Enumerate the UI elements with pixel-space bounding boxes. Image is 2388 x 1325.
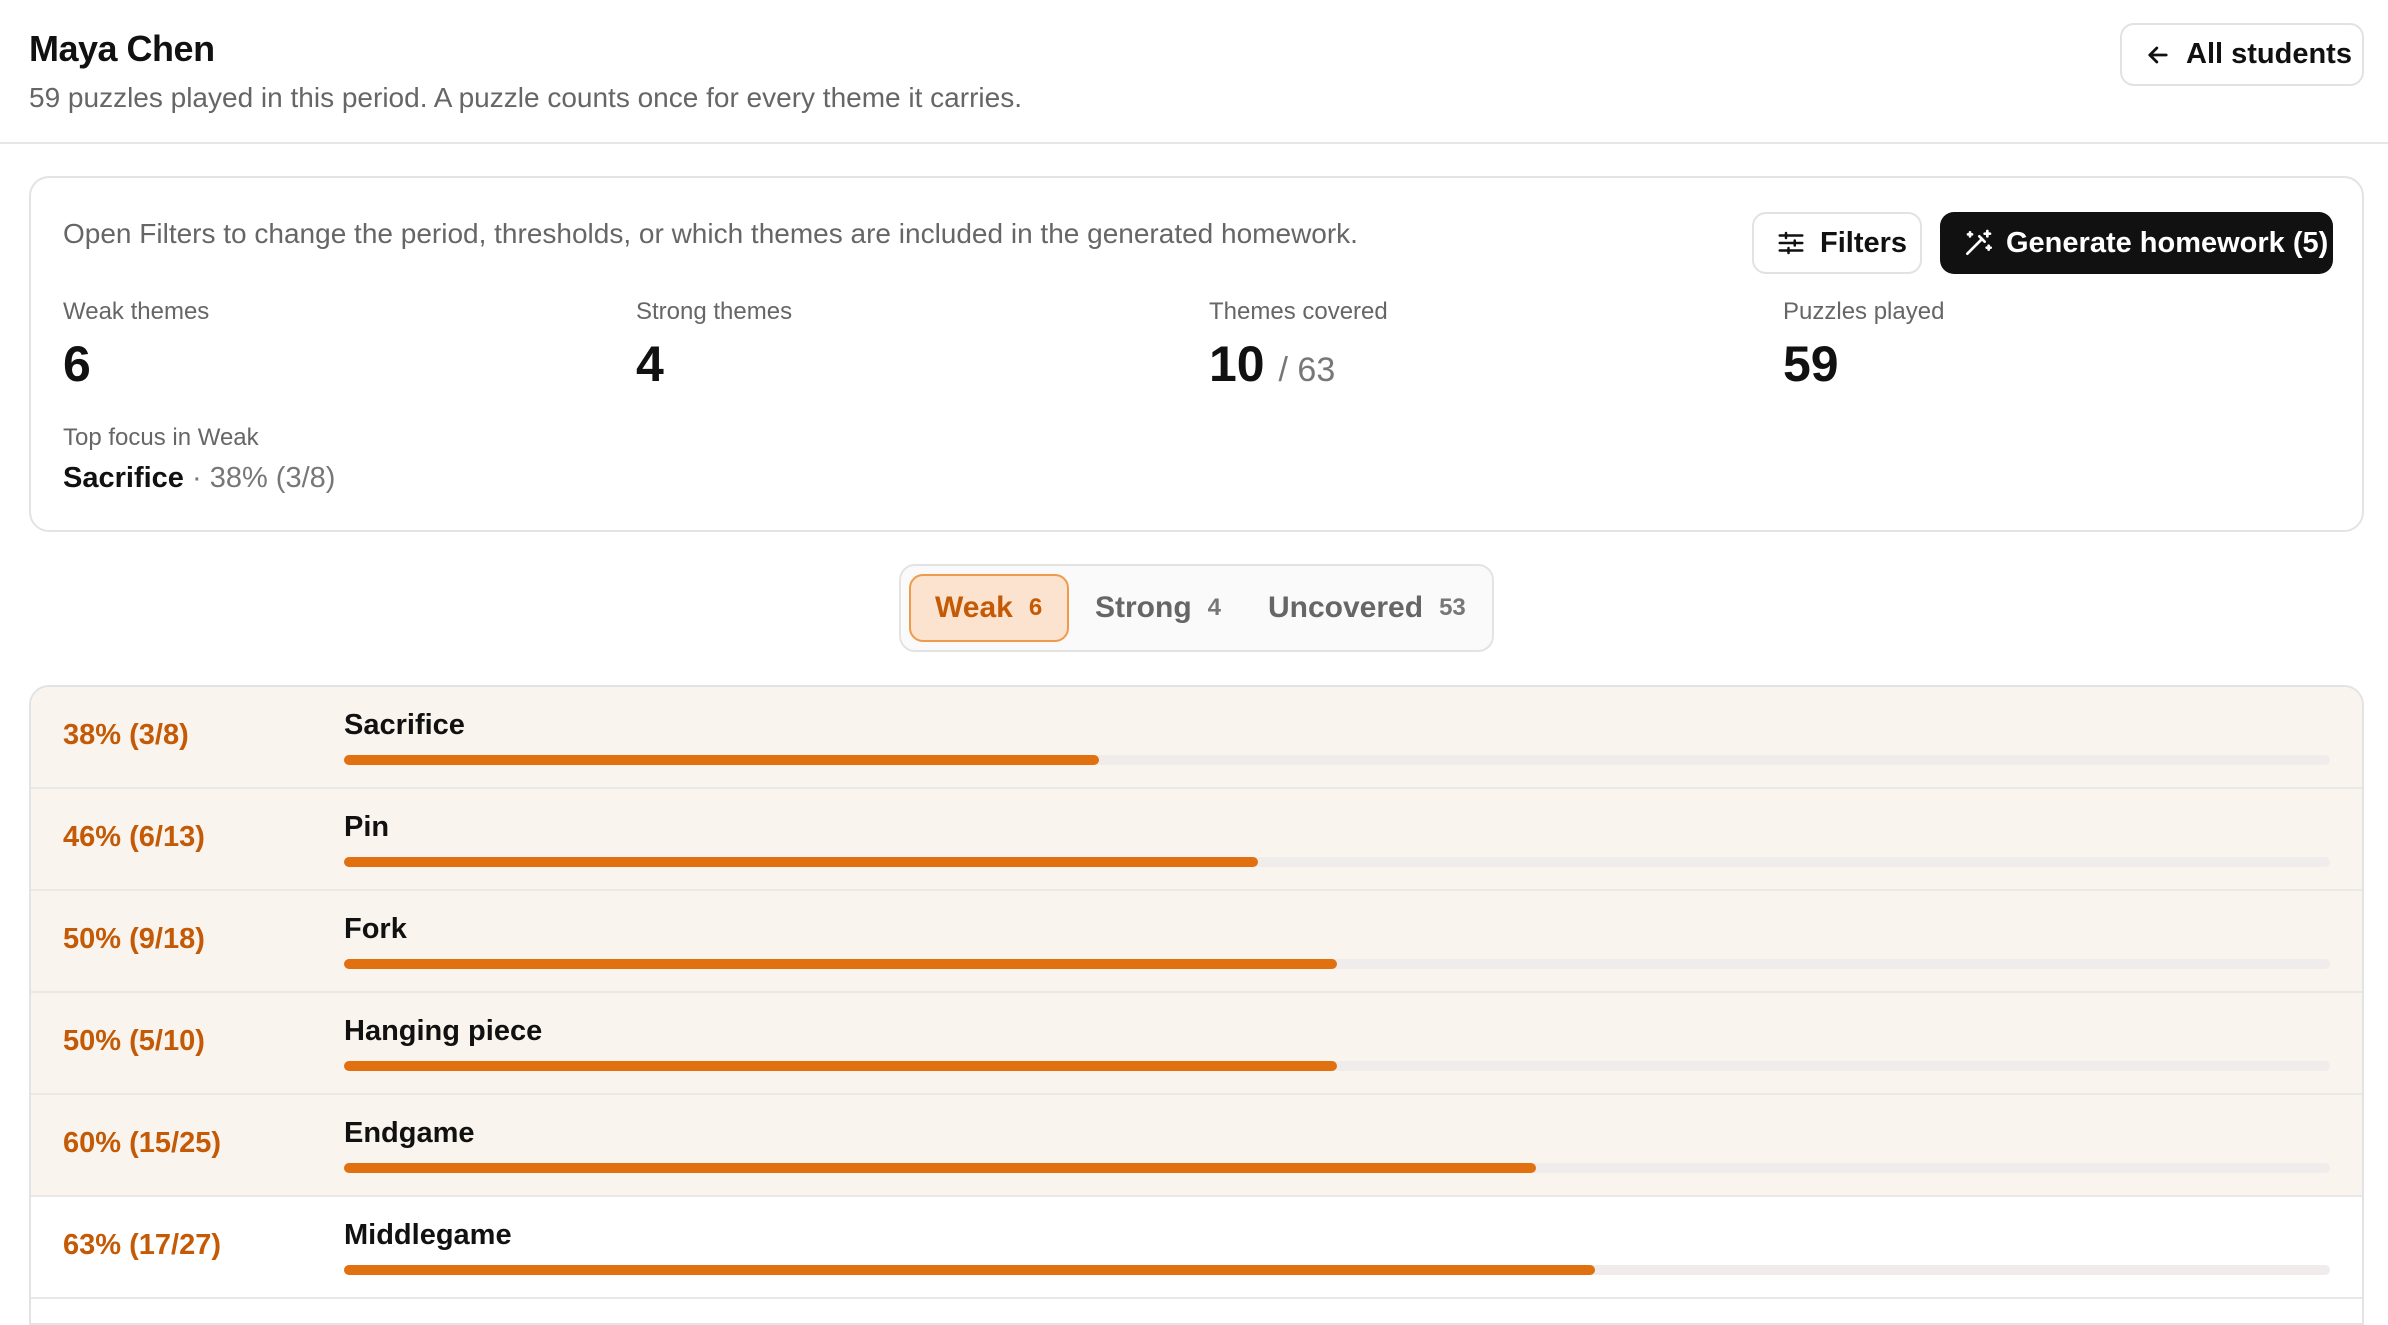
progress-track xyxy=(344,1265,2330,1275)
theme-rate: 46% (6/13) xyxy=(63,821,205,853)
page-subtitle: 59 puzzles played in this period. A puzz… xyxy=(29,82,1022,113)
tab-label: Uncovered xyxy=(1268,591,1424,624)
progress-fill xyxy=(344,1061,1337,1071)
theme-name: Fork xyxy=(344,913,407,945)
stat-value: 59 xyxy=(1783,336,1839,392)
top-focus-theme: Sacrifice xyxy=(63,462,184,494)
theme-rate: 50% (5/10) xyxy=(63,1025,205,1057)
theme-rate: 38% (3/8) xyxy=(63,719,189,751)
tab-count: 6 xyxy=(1028,594,1043,621)
stat-label: Themes covered xyxy=(1209,298,1388,325)
theme-rate: 63% (17/27) xyxy=(63,1229,221,1261)
stat-strong-themes: Strong themes 4 xyxy=(636,298,792,390)
tab-uncovered[interactable]: Uncovered 53 xyxy=(1244,574,1490,642)
student-name: Maya Chen xyxy=(29,28,215,69)
theme-name: Hanging piece xyxy=(344,1015,543,1047)
tab-strong[interactable]: Strong 4 xyxy=(1071,574,1245,642)
theme-row[interactable]: 50% (9/18) Fork xyxy=(31,891,2362,993)
theme-name: Endgame xyxy=(344,1117,475,1149)
sliders-icon xyxy=(1778,231,1804,255)
top-focus-label: Top focus in Weak xyxy=(63,424,259,451)
stat-value: 4 xyxy=(636,336,664,392)
progress-fill xyxy=(344,1163,1536,1173)
theme-list: 38% (3/8) Sacrifice 46% (6/13) Pin 50% (… xyxy=(29,685,2364,1325)
summary-panel: Open Filters to change the period, thres… xyxy=(29,176,2364,532)
all-students-label: All students xyxy=(2186,38,2352,70)
progress-fill xyxy=(344,1265,1596,1275)
generate-homework-button[interactable]: Generate homework (5) xyxy=(1940,212,2333,274)
tab-label: Weak xyxy=(935,591,1013,624)
tab-count: 4 xyxy=(1207,594,1222,621)
progress-fill xyxy=(344,755,1099,765)
tab-count: 53 xyxy=(1439,594,1466,621)
theme-name: Sacrifice xyxy=(344,709,465,741)
page-header: Maya Chen 59 puzzles played in this peri… xyxy=(0,0,2388,144)
top-focus-detail: · 38% (3/8) xyxy=(191,462,336,494)
top-focus: Sacrifice · 38% (3/8) xyxy=(63,462,335,495)
progress-track xyxy=(344,857,2330,867)
filters-hint: Open Filters to change the period, thres… xyxy=(63,218,1358,249)
arrow-left-icon xyxy=(2148,46,2168,63)
theme-row[interactable]: 63% (17/27) Middlegame xyxy=(31,1197,2362,1299)
stat-puzzles-played: Puzzles played 59 xyxy=(1783,298,1944,390)
theme-rate: 60% (15/25) xyxy=(63,1127,221,1159)
progress-track xyxy=(344,755,2330,765)
stat-label: Weak themes xyxy=(63,298,210,325)
stat-value-row: 10 / 63 xyxy=(1209,338,1388,396)
filters-label: Filters xyxy=(1820,226,1908,259)
theme-name: Pin xyxy=(344,811,390,843)
tab-label: Strong xyxy=(1095,591,1192,624)
theme-row[interactable]: 38% (3/8) Sacrifice xyxy=(31,687,2362,789)
stat-label: Puzzles played xyxy=(1783,298,1945,325)
filters-button[interactable]: Filters xyxy=(1752,212,1922,274)
stat-value: 10 xyxy=(1209,336,1265,392)
theme-row[interactable]: 50% (5/10) Hanging piece xyxy=(31,993,2362,1095)
theme-tabs: Weak 6 Strong 4 Uncovered 53 xyxy=(899,564,1494,652)
tab-weak[interactable]: Weak 6 xyxy=(909,574,1069,642)
stat-weak-themes: Weak themes 6 xyxy=(63,298,209,390)
generate-homework-label: Generate homework (5) xyxy=(2006,226,2329,259)
stat-label: Strong themes xyxy=(636,298,793,325)
magic-wand-icon xyxy=(1966,229,1992,255)
stat-themes-covered: Themes covered 10 / 63 xyxy=(1209,298,1388,396)
theme-row[interactable]: 46% (6/13) Pin xyxy=(31,789,2362,891)
progress-track xyxy=(344,959,2330,969)
theme-name: Middlegame xyxy=(344,1219,512,1251)
progress-fill xyxy=(344,959,1337,969)
progress-track xyxy=(344,1061,2330,1071)
stat-value: 6 xyxy=(63,336,91,392)
theme-rate: 50% (9/18) xyxy=(63,923,205,955)
progress-track xyxy=(344,1163,2330,1173)
theme-row[interactable]: 60% (15/25) Endgame xyxy=(31,1095,2362,1197)
all-students-button[interactable]: All students xyxy=(2120,23,2364,86)
progress-fill xyxy=(344,857,1258,867)
stat-total: / 63 xyxy=(1278,351,1336,389)
